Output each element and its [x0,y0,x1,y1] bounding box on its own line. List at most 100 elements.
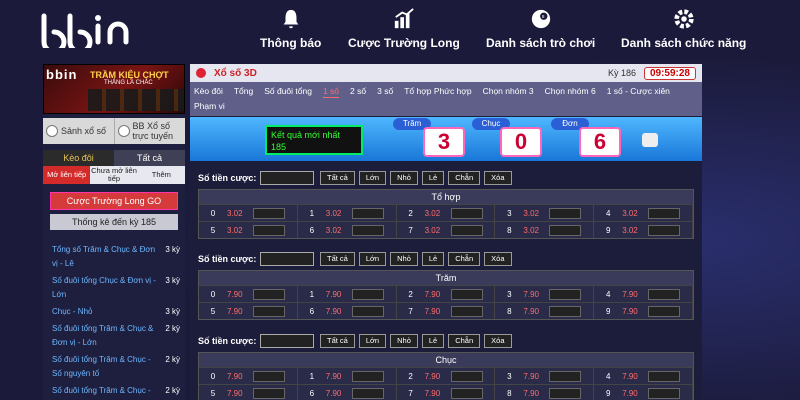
nav-function-list[interactable]: Danh sách chức năng [621,8,746,50]
promo-banner[interactable]: bbin TRẦM KIỆU CHỢT THẮNG LÀ CHẮC [43,64,185,114]
subnav-chon-nhom-3[interactable]: Chọn nhóm 3 [483,84,534,98]
quick-select-chip[interactable]: Lớn [358,171,387,185]
stake-input[interactable] [549,370,582,382]
stake-input[interactable] [351,288,384,300]
bb-online-lottery-link[interactable]: BB Xổ số trực tuyến [115,118,186,144]
quick-select-chip[interactable]: Nhỏ [390,334,418,348]
odds-value: 7.90 [227,371,243,381]
quick-select-chip[interactable]: Lớn [358,252,387,266]
stake-input[interactable] [253,224,285,236]
quick-select-chip[interactable]: Xóa [484,252,512,266]
odds-cell: 8 7.90 [495,303,595,319]
tab-tat-ca[interactable]: Tất cả [114,150,185,166]
stake-input[interactable] [450,305,483,317]
stake-input[interactable] [351,224,384,236]
quick-select-chip[interactable]: Lẻ [421,171,445,185]
subnav-to-hop[interactable]: Tổ hợp Phức hợp [404,84,471,98]
number-label: 0 [210,371,216,381]
streak-link[interactable]: Chục - Nhỏ [52,305,156,319]
nav-game-list[interactable]: 8 Danh sách trò chơi [486,8,595,50]
subnav-keo-doi[interactable]: Kèo đôi [194,84,223,98]
stake-input[interactable] [549,305,582,317]
quick-select-chip[interactable]: Lẻ [421,334,445,348]
stake-input[interactable] [351,387,384,399]
number-label: 5 [210,388,216,398]
stake-input[interactable] [450,288,483,300]
nav-announcements[interactable]: Thông báo [260,8,321,50]
stake-input[interactable] [549,387,582,399]
bbin-logo[interactable] [40,12,140,48]
stake-input[interactable] [253,288,285,300]
streak-link[interactable]: Số đuôi tổng Chục & Đơn vị - Lớn [52,274,156,302]
streak-link[interactable]: Số đuôi tổng Trăm & Chục & Đơn vị - Lớn [52,322,156,350]
quick-select-chip[interactable]: Chẵn [448,252,481,266]
subnav-1-so-cuoc-xien[interactable]: 1 số - Cược xiên [607,84,670,98]
subnav-so-duoi-tong[interactable]: Số đuôi tổng [264,84,312,98]
stake-input[interactable] [648,387,681,399]
quick-select-chip[interactable]: Lớn [358,334,387,348]
stake-input[interactable] [253,305,285,317]
bb-lottery-icon [117,125,130,137]
streak-count: 2 kỳ [165,386,180,395]
subnav-pham-vi[interactable]: Phạm vi [194,99,225,113]
quick-select-chip[interactable]: Chẵn [448,171,481,185]
tab-not-open-consecutive[interactable]: Chưa mở liên tiếp [90,166,137,184]
quick-select-chip[interactable]: Lẻ [421,252,445,266]
streak-link[interactable]: Tổng số Trăm & Chục & Đơn vị - Lê [52,243,156,271]
stake-input[interactable] [648,207,681,219]
tab-open-consecutive[interactable]: Mở liên tiếp [43,166,91,184]
nav-long-bet[interactable]: Cược Trường Long [348,8,460,50]
banner-logo: bbin [46,67,78,82]
odds-value: 7.90 [424,371,441,381]
odds-value: 3.02 [227,225,243,235]
stake-input[interactable] [549,207,582,219]
quick-select-chip[interactable]: Tất cả [320,334,355,348]
quick-select-chip[interactable]: Xóa [484,334,512,348]
stake-input[interactable] [648,288,681,300]
stake-input[interactable] [351,207,384,219]
long-bet-go-button[interactable]: Cược Trường Long GO [50,192,178,210]
tab-keo-doi[interactable]: Kèo đôi [43,150,114,166]
stake-input[interactable] [253,387,285,399]
quick-select-chip[interactable]: Xóa [484,171,512,185]
quick-select-chip[interactable]: Nhỏ [390,252,418,266]
odds-value: 3.02 [622,225,638,235]
stake-input[interactable] [450,224,483,236]
odds-cell: 1 7.90 [298,368,397,384]
lottery-hall-link[interactable]: Sảnh xổ số [43,118,115,144]
subnav-chon-nhom-6[interactable]: Chọn nhóm 6 [545,84,596,98]
countdown-timer: 09:59:28 [643,66,696,80]
subnav-2-so[interactable]: 2 số [350,84,366,98]
stake-input[interactable] [648,370,681,382]
stake-input[interactable] [648,224,681,236]
bet-amount-input[interactable] [260,252,314,266]
subnav-1-so[interactable]: 1 số [322,84,340,98]
stake-input[interactable] [450,387,483,399]
tab-more[interactable]: Thêm [138,166,185,184]
stake-input[interactable] [648,305,681,317]
stake-input[interactable] [351,370,384,382]
stake-input[interactable] [450,370,483,382]
stats-button[interactable]: Thống kê đến kỳ 185 [50,214,178,230]
quick-select-chip[interactable]: Tất cả [320,252,355,266]
subnav-3-so[interactable]: 3 số [377,84,393,98]
quick-select-chip[interactable]: Chẵn [448,334,481,348]
odds-cell: 3 3.02 [495,205,595,221]
bet-amount-input[interactable] [260,334,314,348]
stake-input[interactable] [253,207,285,219]
stake-input[interactable] [450,207,483,219]
stake-input[interactable] [549,288,582,300]
bet-amount-label: Số tiền cược: [198,336,257,346]
quick-select-chip[interactable]: Nhỏ [390,171,418,185]
odds-cell: 0 3.02 [199,205,298,221]
stake-input[interactable] [351,305,384,317]
speaker-icon[interactable] [642,133,658,147]
stake-input[interactable] [549,224,582,236]
stake-input[interactable] [253,370,285,382]
quick-select-chip[interactable]: Tất cả [320,171,355,185]
bet-amount-input[interactable] [260,171,314,185]
subnav-tong[interactable]: Tổng [234,84,253,98]
streak-link[interactable]: Số đuôi tổng Trăm & Chục - Nhỏ [52,384,156,400]
streak-link[interactable]: Số đuôi tổng Trăm & Chục - Số nguyên tố [52,353,156,381]
table-row: 0 3.02 1 3.02 2 3.02 3 3.02 4 3.02 [199,204,693,221]
